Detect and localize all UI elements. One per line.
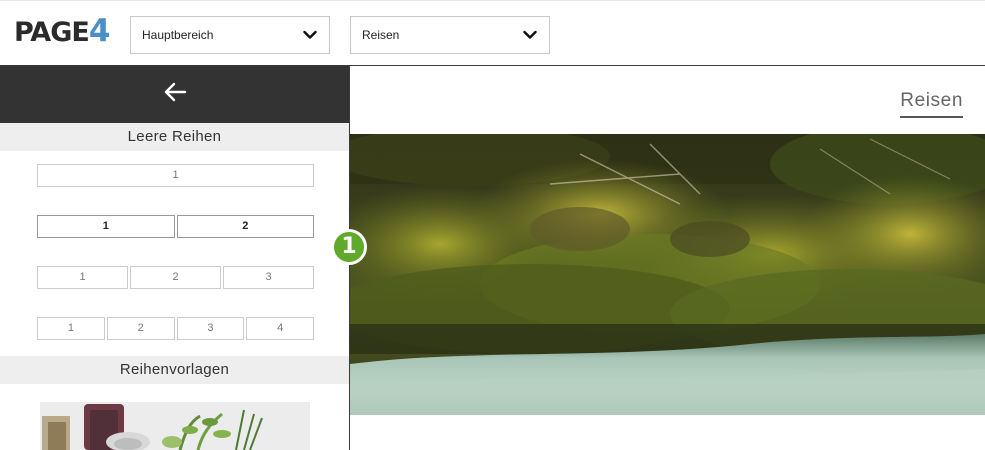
nav-link-reisen[interactable]: Reisen xyxy=(900,90,963,118)
area-select[interactable]: Hauptbereich xyxy=(130,16,330,54)
row-cell: 1 xyxy=(37,266,128,289)
empty-rows-list: 1 1 2 1 2 3 1 2 3 4 xyxy=(0,151,349,356)
step-badge: 1 xyxy=(331,229,367,265)
row-templates-title: Reihenvorlagen xyxy=(0,356,349,384)
area-select-value: Hauptbereich xyxy=(142,28,214,42)
hero-image[interactable] xyxy=(350,134,985,415)
mossy-river-image xyxy=(350,134,985,415)
page-select[interactable]: Reisen xyxy=(350,16,550,54)
elements-panel: Leere Reihen 1 1 2 1 2 3 1 2 3 4 Reihenv… xyxy=(0,66,350,450)
back-arrow-icon[interactable] xyxy=(163,80,187,104)
row-template-thumbnail[interactable] xyxy=(40,402,310,450)
row-cell: 2 xyxy=(130,266,221,289)
row-cell: 1 xyxy=(37,215,175,238)
row-layout-1-column[interactable]: 1 xyxy=(37,164,314,187)
page-canvas: Reisen xyxy=(350,66,985,450)
panel-header xyxy=(0,66,349,123)
row-cell: 3 xyxy=(176,317,245,340)
chevron-down-icon xyxy=(523,30,537,39)
row-cell: 4 xyxy=(246,317,314,340)
row-cell: 3 xyxy=(223,266,314,289)
row-layout-4-columns[interactable]: 1 2 3 4 xyxy=(37,317,314,340)
page-select-value: Reisen xyxy=(362,28,400,42)
herbs-image xyxy=(40,402,310,450)
empty-rows-title: Leere Reihen xyxy=(0,123,349,151)
row-cell: 1 xyxy=(37,164,314,187)
row-cell: 1 xyxy=(37,317,105,340)
row-layout-3-columns[interactable]: 1 2 3 xyxy=(37,266,314,289)
top-toolbar: PAGE4 Hauptbereich Reisen xyxy=(0,0,985,66)
page4-logo[interactable]: PAGE4 xyxy=(14,13,111,49)
chevron-down-icon xyxy=(303,30,317,39)
logo-digit: 4 xyxy=(88,13,111,49)
row-cell: 2 xyxy=(106,317,175,340)
row-cell: 2 xyxy=(176,215,314,238)
row-layout-2-columns[interactable]: 1 2 xyxy=(37,215,314,238)
logo-text: PAGE xyxy=(14,17,90,48)
